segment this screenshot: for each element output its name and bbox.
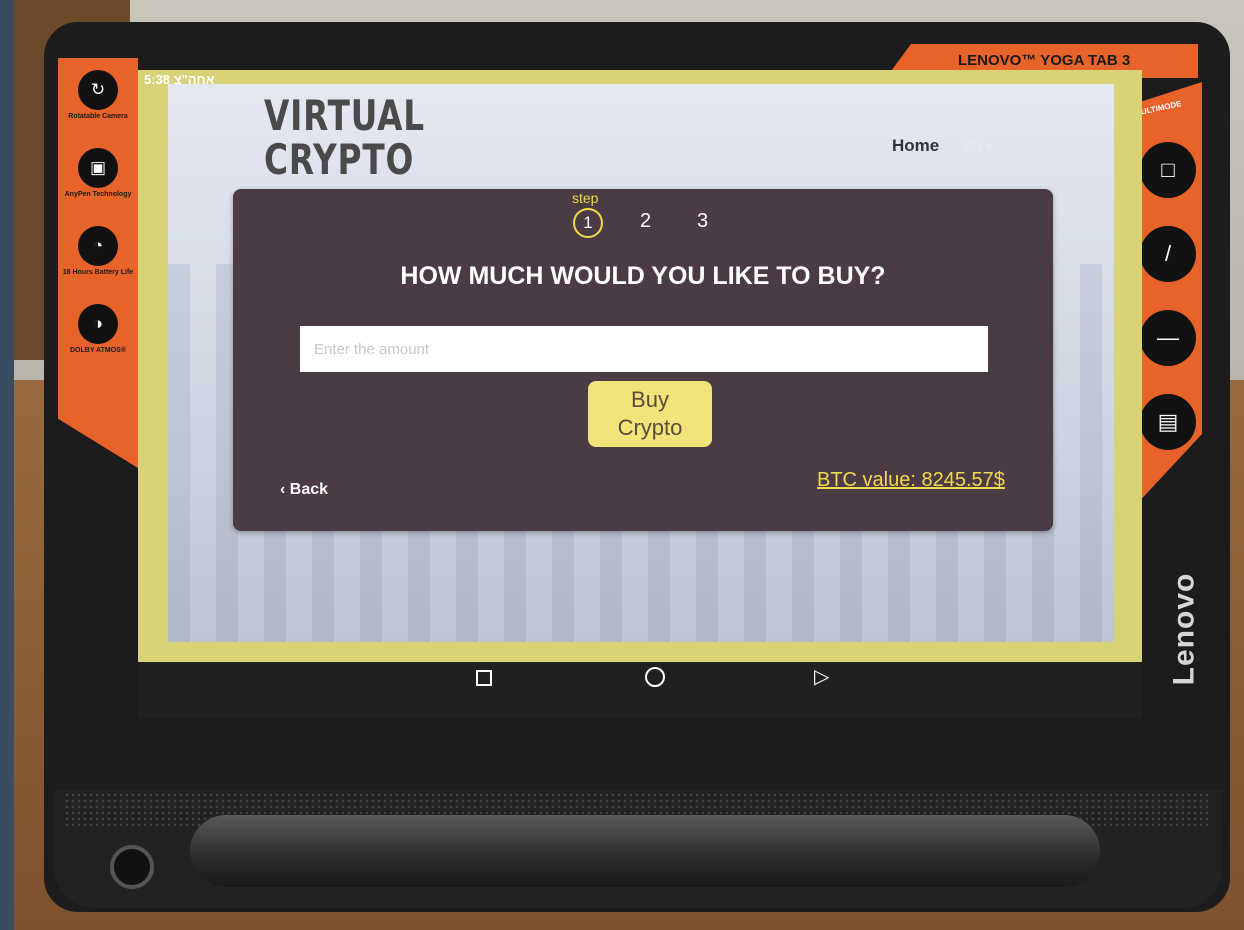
model-banner-text: LENOVO™ YOGA TAB 3 xyxy=(958,52,1131,69)
site-logo[interactable]: VIRTUAL CRYPTO xyxy=(264,94,425,182)
brand-logo: Lenovo xyxy=(1167,572,1201,686)
step-2-indicator: 2 xyxy=(640,210,652,232)
buy-button-line-2: Crypto xyxy=(617,415,683,440)
feature-dolby: ◑ DOLBY ATMOS® xyxy=(62,304,134,355)
step-3-indicator: 3 xyxy=(697,210,709,232)
feature-rotatable-camera: ↻ Rotatable Camera xyxy=(62,70,134,121)
nav-home-link[interactable]: Home xyxy=(892,136,939,156)
feature-label: Rotatable Camera xyxy=(68,113,128,120)
feature-battery: ◔ 18 Hours Battery Life xyxy=(62,226,134,277)
feature-label: AnyPen Technology xyxy=(64,191,132,198)
feature-label: DOLBY ATMOS® xyxy=(70,347,126,354)
anypen-icon: ▣ xyxy=(78,148,118,188)
rotate-camera-icon: ↻ xyxy=(78,70,118,110)
android-nav-bar xyxy=(138,662,1142,718)
back-nav-icon[interactable]: ▷ xyxy=(814,664,829,689)
buy-crypto-button[interactable]: Buy Crypto xyxy=(588,381,712,447)
language-dropdown[interactable]: EN ▾ xyxy=(964,139,992,155)
logo-line-1: VIRTUAL xyxy=(264,91,425,140)
feature-label: 18 Hours Battery Life xyxy=(62,269,134,276)
logo-line-2: CRYPTO xyxy=(264,135,415,184)
rotatable-camera xyxy=(110,845,154,889)
buy-question: HOW MUCH WOULD YOU LIKE TO BUY? xyxy=(400,262,886,290)
buy-button-line-1: Buy xyxy=(631,387,669,412)
photo-frame-edge xyxy=(0,0,14,930)
tilt-mode-icon: — xyxy=(1140,310,1196,366)
recents-icon[interactable] xyxy=(476,670,492,686)
amount-input[interactable] xyxy=(300,326,988,372)
dolby-icon: ◑ xyxy=(78,304,118,344)
tablet-mode-icon: □ xyxy=(1140,142,1196,198)
battery-clock-icon: ◔ xyxy=(78,226,118,266)
battery-cylinder xyxy=(190,815,1100,887)
feature-anypen: ▣ AnyPen Technology xyxy=(62,148,134,199)
hang-mode-icon: ▤ xyxy=(1140,394,1196,450)
step-label: step xyxy=(572,190,599,206)
step-1-indicator: 1 xyxy=(573,208,603,238)
status-bar-time: אחה"צ 5:38 xyxy=(144,72,215,87)
back-link[interactable]: ‹ Back xyxy=(280,481,328,499)
stand-mode-icon: / xyxy=(1140,226,1196,282)
home-icon[interactable] xyxy=(645,667,665,687)
btc-value-link[interactable]: BTC value: 8245.57$ xyxy=(817,469,1005,492)
